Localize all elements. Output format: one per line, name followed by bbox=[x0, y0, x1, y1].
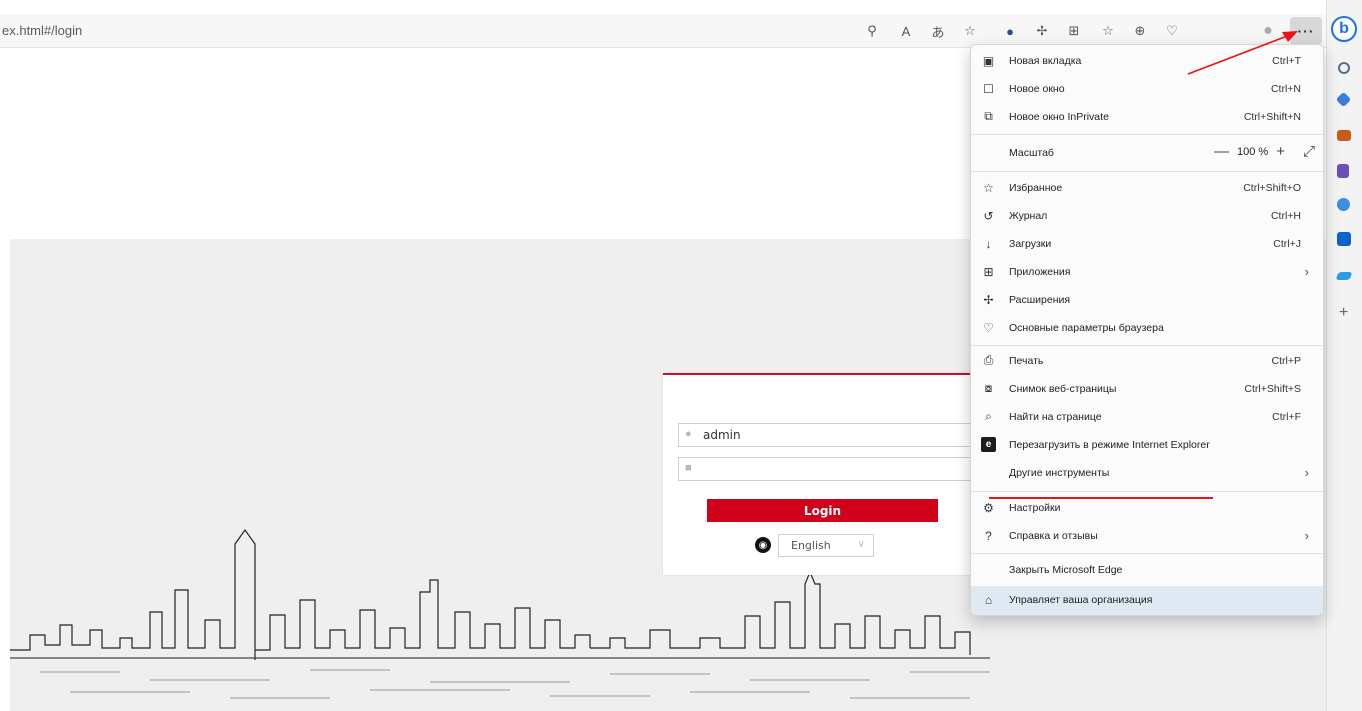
inprivate-icon: ⧉ bbox=[984, 109, 993, 123]
menu-item-ie-mode[interactable]: e Перезагрузить в режиме Internet Explor… bbox=[971, 431, 1323, 459]
chevron-right-icon: › bbox=[1304, 264, 1309, 279]
lock-icon: ■ bbox=[685, 462, 692, 474]
window-icon: ☐ bbox=[983, 81, 994, 96]
translate-icon[interactable]: あ bbox=[928, 21, 948, 41]
menu-divider bbox=[971, 345, 1323, 346]
chevron-right-icon: › bbox=[1304, 528, 1309, 543]
zoom-controls: — 100 % + ⤢ bbox=[1214, 143, 1315, 160]
zoom-out-button[interactable]: — bbox=[1214, 143, 1229, 160]
zoom-in-button[interactable]: + bbox=[1276, 143, 1285, 160]
gear-icon: ⚙ bbox=[983, 500, 994, 515]
settings-menu: ▣ Новая вкладка Ctrl+T ☐ Новое окно Ctrl… bbox=[970, 44, 1324, 616]
add-icon[interactable]: + bbox=[1339, 304, 1348, 322]
heart-pulse-icon[interactable]: ♡ bbox=[1162, 21, 1182, 41]
outlook-icon[interactable] bbox=[1337, 232, 1351, 246]
menu-divider bbox=[971, 491, 1323, 492]
globe-icon: ◉ bbox=[755, 537, 771, 553]
fullscreen-icon[interactable]: ⤢ bbox=[1303, 143, 1315, 160]
menu-item-managed-by-org[interactable]: ⌂ Управляет ваша организация bbox=[971, 586, 1323, 615]
briefcase-icon: ⌂ bbox=[984, 592, 993, 607]
find-icon: ⌕ bbox=[985, 409, 992, 423]
favorites-bar-icon[interactable]: ☆ bbox=[1098, 21, 1118, 41]
menu-item-help[interactable]: ? Справка и отзывы › bbox=[971, 522, 1323, 550]
zoom-level: 100 % bbox=[1237, 145, 1269, 158]
search-icon[interactable] bbox=[1338, 62, 1350, 74]
password-field[interactable]: ■ bbox=[678, 457, 978, 481]
screenshot-icon: ⧇ bbox=[984, 381, 993, 395]
puzzle-icon: ✢ bbox=[983, 292, 994, 307]
user-icon: ● bbox=[685, 428, 692, 440]
history-icon: ↺ bbox=[983, 208, 994, 223]
menu-item-extensions[interactable]: ✢ Расширения bbox=[971, 286, 1323, 314]
profile-avatar-icon[interactable]: ● bbox=[1258, 21, 1278, 41]
new-tab-icon: ▣ bbox=[982, 53, 995, 68]
apps-icon: ⊞ bbox=[983, 264, 994, 279]
menu-item-zoom: Масштаб — 100 % + ⤢ bbox=[1009, 143, 1315, 160]
menu-item-print[interactable]: ⎙ Печать Ctrl+P bbox=[971, 347, 1323, 375]
favorites-icon: ☆ bbox=[983, 180, 994, 195]
menu-item-browser-essentials[interactable]: ♡ Основные параметры браузера bbox=[971, 314, 1323, 342]
menu-divider bbox=[971, 171, 1323, 172]
chevron-down-icon: ∨ bbox=[857, 539, 865, 550]
menu-item-downloads[interactable]: ↓ Загрузки Ctrl+J bbox=[971, 230, 1323, 258]
login-button[interactable]: Login bbox=[707, 499, 938, 522]
menu-item-apps[interactable]: ⊞ Приложения › bbox=[971, 258, 1323, 286]
menu-item-find[interactable]: ⌕ Найти на странице Ctrl+F bbox=[971, 403, 1323, 431]
help-icon: ? bbox=[985, 528, 992, 543]
extension-g-icon[interactable]: ● bbox=[1000, 21, 1020, 41]
language-select[interactable]: English ∨ bbox=[778, 534, 874, 557]
password-input[interactable] bbox=[703, 460, 963, 478]
read-aloud-icon[interactable]: A bbox=[896, 21, 916, 41]
toolbox-icon[interactable] bbox=[1337, 130, 1351, 141]
username-field[interactable]: ● bbox=[678, 423, 978, 447]
internet-explorer-icon: e bbox=[981, 437, 996, 452]
menu-item-new-tab[interactable]: ▣ Новая вкладка Ctrl+T bbox=[971, 47, 1323, 75]
language-value: English bbox=[791, 539, 831, 552]
bing-copilot-icon[interactable]: b bbox=[1331, 16, 1357, 42]
chevron-right-icon: › bbox=[1304, 465, 1309, 480]
menu-item-new-window[interactable]: ☐ Новое окно Ctrl+N bbox=[971, 75, 1323, 103]
menu-divider bbox=[971, 553, 1323, 554]
download-icon: ↓ bbox=[985, 236, 992, 251]
key-icon[interactable]: ⚲ bbox=[862, 21, 882, 41]
menu-item-screenshot[interactable]: ⧇ Снимок веб-страницы Ctrl+Shift+S bbox=[971, 375, 1323, 403]
settings-and-more-button[interactable]: ··· bbox=[1290, 17, 1322, 45]
menu-divider bbox=[971, 134, 1323, 135]
menu-item-favorites[interactable]: ☆ Избранное Ctrl+Shift+O bbox=[971, 174, 1323, 202]
browser-toolbar: ex.html#/login ⚲ A あ ☆ ● ✢ ⊞ ☆ ⊕ ♡ ● ··· bbox=[0, 14, 1326, 48]
heart-pulse-icon: ♡ bbox=[983, 320, 994, 335]
games-icon[interactable] bbox=[1337, 164, 1349, 178]
menu-item-close-edge[interactable]: Закрыть Microsoft Edge bbox=[971, 556, 1323, 584]
menu-item-more-tools[interactable]: Другие инструменты › bbox=[971, 459, 1323, 487]
collections-icon[interactable]: ⊕ bbox=[1130, 21, 1150, 41]
printer-icon: ⎙ bbox=[983, 353, 994, 367]
puzzle-icon[interactable]: ✢ bbox=[1032, 21, 1052, 41]
username-input[interactable] bbox=[703, 426, 963, 444]
menu-item-inprivate[interactable]: ⧉ Новое окно InPrivate Ctrl+Shift+N bbox=[971, 103, 1323, 131]
favorite-star-icon[interactable]: ☆ bbox=[960, 21, 980, 41]
split-screen-icon[interactable]: ⊞ bbox=[1064, 21, 1084, 41]
edge-sidebar bbox=[1326, 0, 1362, 711]
copilot-icon[interactable] bbox=[1337, 198, 1350, 211]
annotation-underline bbox=[989, 497, 1213, 499]
address-bar[interactable]: ex.html#/login bbox=[2, 23, 82, 38]
login-card: ● ■ Login ◉ English ∨ bbox=[663, 373, 983, 575]
menu-item-history[interactable]: ↺ Журнал Ctrl+H bbox=[971, 202, 1323, 230]
